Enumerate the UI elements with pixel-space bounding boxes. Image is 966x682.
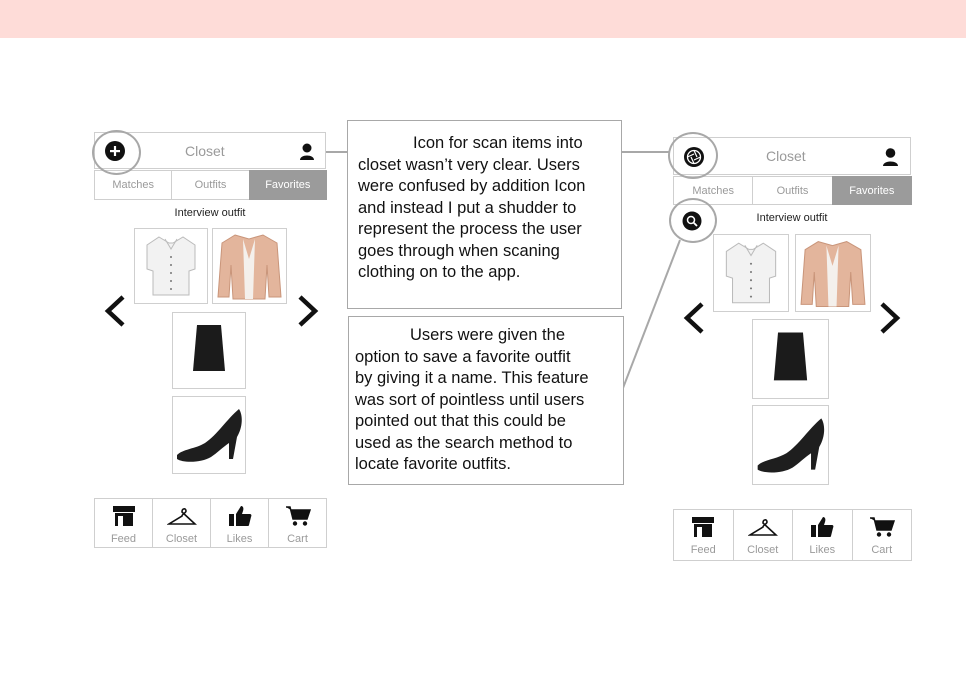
nav-label-closet: Closet xyxy=(747,544,779,556)
nav-cart[interactable]: Cart xyxy=(268,498,327,548)
nav-label-likes: Likes xyxy=(226,533,253,545)
blouse-item[interactable] xyxy=(134,228,208,304)
skirt-image xyxy=(193,325,225,371)
chevron-right-icon[interactable] xyxy=(296,294,320,328)
user-icon[interactable] xyxy=(882,147,899,168)
blouse-image xyxy=(725,242,777,304)
nav-label-cart: Cart xyxy=(871,544,893,556)
callout-line: and instead I put a shudder to xyxy=(358,198,577,217)
blazer-item[interactable] xyxy=(795,234,871,312)
nav-likes[interactable]: Likes xyxy=(792,509,853,561)
nav-label-likes: Likes xyxy=(809,544,836,556)
tab-bar: Matches Outfits Favorites xyxy=(94,170,327,200)
outfit-name: Interview outfit xyxy=(756,212,828,224)
chevron-left-icon[interactable] xyxy=(103,294,127,328)
nav-label-closet: Closet xyxy=(165,533,198,545)
nav-label-feed: Feed xyxy=(110,533,137,545)
nav-cart[interactable]: Cart xyxy=(851,509,912,561)
callout-line: were confused by addition Icon xyxy=(358,177,586,195)
nav-label-feed: Feed xyxy=(690,544,716,556)
callout-line: was sort of pointless until users xyxy=(355,390,585,409)
header-title: Closet xyxy=(766,148,806,164)
callout-line: goes through when scaning xyxy=(358,241,560,260)
tab-favorites[interactable]: Favorites xyxy=(831,176,912,205)
callout-line: clothing on to the app. xyxy=(358,263,521,281)
shoe-image xyxy=(177,409,242,462)
favorite-outfit-callout: Users were given the option to save a fa… xyxy=(348,316,624,485)
tab-outfits[interactable]: Outfits xyxy=(752,176,833,205)
hanger-icon xyxy=(746,516,778,543)
callout-line: Users were given the xyxy=(355,326,565,344)
tab-bar: Matches Outfits Favorites xyxy=(673,176,912,205)
tab-outfits[interactable]: Outfits xyxy=(171,170,250,200)
thumbs-up-icon xyxy=(228,505,252,532)
callout-line: used as the search method to xyxy=(355,433,573,452)
user-icon[interactable] xyxy=(299,142,315,162)
callout-line: pointed out that this could be xyxy=(355,412,566,430)
blazer-image xyxy=(217,234,282,300)
skirt-image xyxy=(773,332,808,381)
callout-line: represent the process the user xyxy=(358,220,582,238)
header-title: Closet xyxy=(185,142,225,159)
bottom-nav: Feed Closet Likes Cart xyxy=(94,498,327,548)
cart-icon xyxy=(285,505,311,532)
blouse-image xyxy=(146,236,196,296)
left-phone-mockup: Closet Matches Outfits Favorites Intervi… xyxy=(94,132,328,552)
bottom-nav: Feed Closet Likes Cart xyxy=(673,509,912,561)
chevron-right-icon[interactable] xyxy=(878,301,902,335)
connector-favorite-callout-to-search xyxy=(622,239,681,389)
hanger-icon xyxy=(165,505,197,532)
nav-closet[interactable]: Closet xyxy=(732,509,793,561)
tab-favorites[interactable]: Favorites xyxy=(248,170,327,200)
nav-likes[interactable]: Likes xyxy=(210,498,269,548)
store-icon xyxy=(691,516,715,543)
store-icon xyxy=(112,505,136,532)
nav-closet[interactable]: Closet xyxy=(152,498,211,548)
nav-label-cart: Cart xyxy=(287,533,308,545)
skirt-item[interactable] xyxy=(752,319,829,399)
callout-line: option to save a favorite outfit xyxy=(355,347,571,366)
nav-feed[interactable]: Feed xyxy=(94,498,153,548)
callout-line: locate favorite outfits. xyxy=(355,455,511,473)
callout-line: closet wasn’t very clear. Users xyxy=(358,155,580,174)
nav-feed[interactable]: Feed xyxy=(673,509,734,561)
outfit-name: Interview outfit xyxy=(174,207,246,219)
shoe-item[interactable] xyxy=(752,405,829,485)
shoe-item[interactable] xyxy=(172,396,246,474)
shoe-image xyxy=(757,418,825,473)
highlight-ring-shutter-icon xyxy=(668,132,718,179)
highlight-ring-add-icon xyxy=(92,130,141,175)
callout-line: Icon for scan items into xyxy=(358,134,583,152)
skirt-item[interactable] xyxy=(172,312,246,389)
tab-matches[interactable]: Matches xyxy=(94,170,173,200)
chevron-left-icon[interactable] xyxy=(682,301,706,335)
right-phone-mockup: Closet Matches Outfits Favorites Intervi… xyxy=(673,137,913,561)
callout-line: by giving it a name. This feature xyxy=(355,369,589,387)
cart-icon xyxy=(869,516,895,543)
scan-icon-callout: Icon for scan items into closet wasn’t v… xyxy=(347,120,622,309)
blazer-image xyxy=(800,241,866,307)
highlight-ring-search-icon xyxy=(669,198,717,243)
blazer-item[interactable] xyxy=(212,228,287,304)
blouse-item[interactable] xyxy=(713,234,789,312)
thumbs-up-icon xyxy=(810,516,834,543)
